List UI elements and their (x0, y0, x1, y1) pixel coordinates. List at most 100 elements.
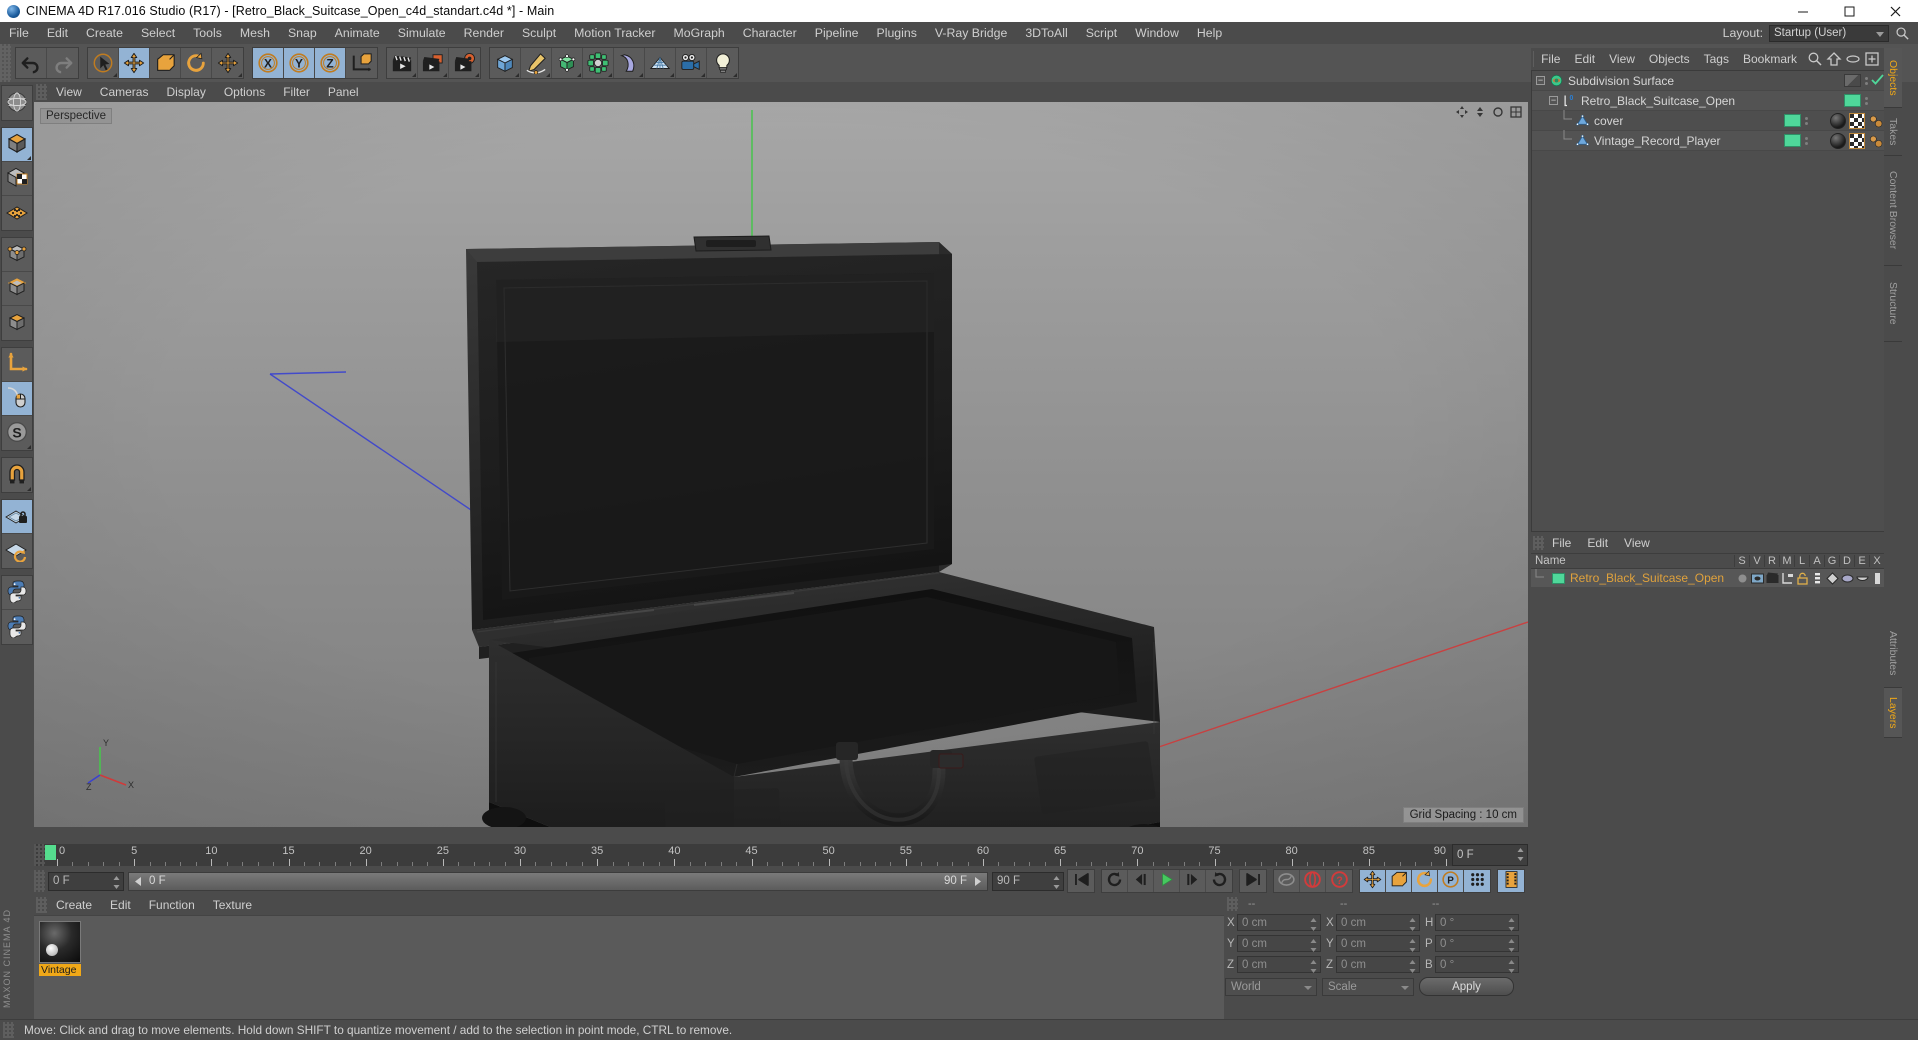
menu-item-select[interactable]: Select (132, 22, 184, 44)
layer-column-e[interactable]: E (1854, 555, 1869, 567)
range-start-handle-icon[interactable] (133, 876, 144, 887)
menu-item-sculpt[interactable]: Sculpt (513, 22, 565, 44)
add-mograph-button[interactable] (583, 48, 614, 78)
coord-field-position-x[interactable]: 0 cm (1237, 914, 1321, 931)
lock-workplane-button[interactable] (2, 500, 32, 534)
apply-button[interactable]: Apply (1419, 977, 1514, 996)
menu-item-view[interactable]: View (1602, 48, 1642, 70)
menu-item-create[interactable]: Create (77, 22, 132, 44)
menu-item-edit[interactable]: Edit (101, 895, 140, 915)
layer-xref-icon[interactable] (1871, 572, 1884, 585)
add-deformer-button[interactable] (614, 48, 645, 78)
menu-item-objects[interactable]: Objects (1642, 48, 1697, 70)
visibility-swatch[interactable] (1784, 134, 1801, 147)
edges-mode-button[interactable] (2, 272, 32, 306)
visibility-swatch[interactable] (1844, 94, 1861, 107)
visibility-dots[interactable] (1801, 136, 1811, 145)
toolbar-grip[interactable] (0, 44, 11, 82)
material-menu-grip[interactable] (36, 897, 47, 913)
layer-color-swatch[interactable] (1552, 572, 1565, 584)
range-end-handle-icon[interactable] (972, 876, 983, 887)
suitcase-3d-model[interactable] (34, 102, 1528, 827)
timeline-toggle-button[interactable] (1498, 870, 1524, 892)
visibility-dots[interactable] (1861, 96, 1871, 105)
menu-item-render[interactable]: Render (455, 22, 513, 44)
menu-item-texture[interactable]: Texture (204, 895, 261, 915)
layer-lock-icon[interactable] (1796, 572, 1809, 585)
coord-field-rotation-b[interactable]: 0 ° (1435, 956, 1519, 973)
undo-button[interactable] (16, 48, 47, 78)
snap-s-button[interactable]: S (2, 416, 32, 450)
menu-item-tools[interactable]: Tools (184, 22, 231, 44)
menu-item-tags[interactable]: Tags (1697, 48, 1736, 70)
menu-item-file[interactable]: File (0, 22, 38, 44)
object-row[interactable]: − 0 Retro_Black_Suitcase_Open (1532, 91, 1884, 111)
add-camera-button[interactable] (676, 48, 707, 78)
record-scale-button[interactable] (1386, 870, 1412, 892)
autokeying-button[interactable] (1300, 870, 1326, 892)
python-script-button[interactable] (2, 576, 32, 610)
coord-field-rotation-h[interactable]: 0 ° (1435, 914, 1519, 931)
menu-item-panel[interactable]: Panel (319, 82, 368, 102)
phong-tag-icon[interactable] (1868, 133, 1884, 149)
add-environment-button[interactable] (645, 48, 676, 78)
lock-z-axis-button[interactable]: Z (315, 48, 346, 78)
visibility-swatch[interactable] (1784, 114, 1801, 127)
home-icon[interactable] (1826, 51, 1842, 67)
stepper-icon[interactable] (1508, 939, 1515, 952)
menu-item-animate[interactable]: Animate (326, 22, 389, 44)
tab-structure[interactable]: Structure (1884, 266, 1902, 342)
render-view-button[interactable] (387, 48, 418, 78)
stepper-icon[interactable] (1310, 960, 1317, 973)
tab-content-browser[interactable]: Content Browser (1884, 156, 1902, 266)
tab-objects[interactable]: Objects (1884, 48, 1902, 108)
tab-takes[interactable]: Takes (1884, 108, 1902, 156)
object-tree[interactable]: − Subdivision Surface − 0 Retro_Black_Suitca… (1531, 70, 1884, 532)
live-selection-button[interactable] (88, 48, 119, 78)
menu-item-window[interactable]: Window (1126, 22, 1188, 44)
layer-row[interactable]: Retro_Black_Suitcase_Open (1531, 568, 1884, 587)
stepper-icon[interactable] (1409, 960, 1416, 973)
maximize-button[interactable] (1826, 0, 1872, 22)
timeline-ruler[interactable]: 0 5 10 15 20 25 30 35 40 45 50 55 60 65 70 75 80 85 90 (45, 844, 1452, 866)
layer-column-d[interactable]: D (1839, 555, 1854, 567)
layer-render-icon[interactable] (1766, 572, 1779, 585)
layer-column-r[interactable]: R (1764, 555, 1779, 567)
world-coordinate-button[interactable] (346, 48, 377, 78)
menu-item-edit[interactable]: Edit (38, 22, 77, 44)
transport-grip[interactable] (34, 870, 45, 892)
expand-toggle-icon[interactable]: − (1549, 96, 1558, 105)
menu-item-bookmark[interactable]: Bookmark (1736, 48, 1804, 70)
object-row[interactable]: − Subdivision Surface (1532, 71, 1884, 91)
layer-column-x[interactable]: X (1869, 555, 1884, 567)
menu-item-filter[interactable]: Filter (274, 82, 319, 102)
menu-item-snap[interactable]: Snap (279, 22, 326, 44)
expand-toggle-icon[interactable]: − (1536, 76, 1545, 85)
play-button[interactable] (1154, 870, 1180, 892)
use-object-mode-button[interactable] (2, 128, 32, 162)
menu-item-mograph[interactable]: MoGraph (664, 22, 733, 44)
timeline-grip[interactable] (34, 844, 45, 866)
tab-attributes[interactable]: Attributes (1884, 620, 1902, 688)
menu-item-script[interactable]: Script (1077, 22, 1126, 44)
coord-field-size-z[interactable]: 0 cm (1336, 956, 1420, 973)
scale-tool-button[interactable] (150, 48, 181, 78)
use-polygon-mode-button[interactable] (2, 196, 32, 230)
menu-item-edit[interactable]: Edit (1567, 48, 1602, 70)
stepper-icon[interactable] (1508, 918, 1515, 931)
preview-range-slider[interactable]: 0 F 90 F (128, 871, 988, 891)
coord-mode-dropdown[interactable]: Scale (1322, 977, 1414, 996)
layer-menu-grip[interactable] (1533, 536, 1544, 550)
menu-item-file[interactable]: File (1534, 48, 1567, 70)
menu-item-character[interactable]: Character (734, 22, 806, 44)
move-tool-button[interactable] (119, 48, 150, 78)
menu-item-mesh[interactable]: Mesh (231, 22, 279, 44)
layer-expression-icon[interactable] (1856, 572, 1869, 585)
menu-item-motion-tracker[interactable]: Motion Tracker (565, 22, 664, 44)
layer-column-s[interactable]: S (1734, 555, 1749, 567)
coord-field-rotation-p[interactable]: 0 ° (1435, 935, 1519, 952)
layer-deform-icon[interactable] (1841, 572, 1854, 585)
coord-field-position-z[interactable]: 0 cm (1237, 956, 1321, 973)
object-menu-grip[interactable] (1533, 51, 1535, 67)
menu-item-view[interactable]: View (1616, 533, 1658, 553)
